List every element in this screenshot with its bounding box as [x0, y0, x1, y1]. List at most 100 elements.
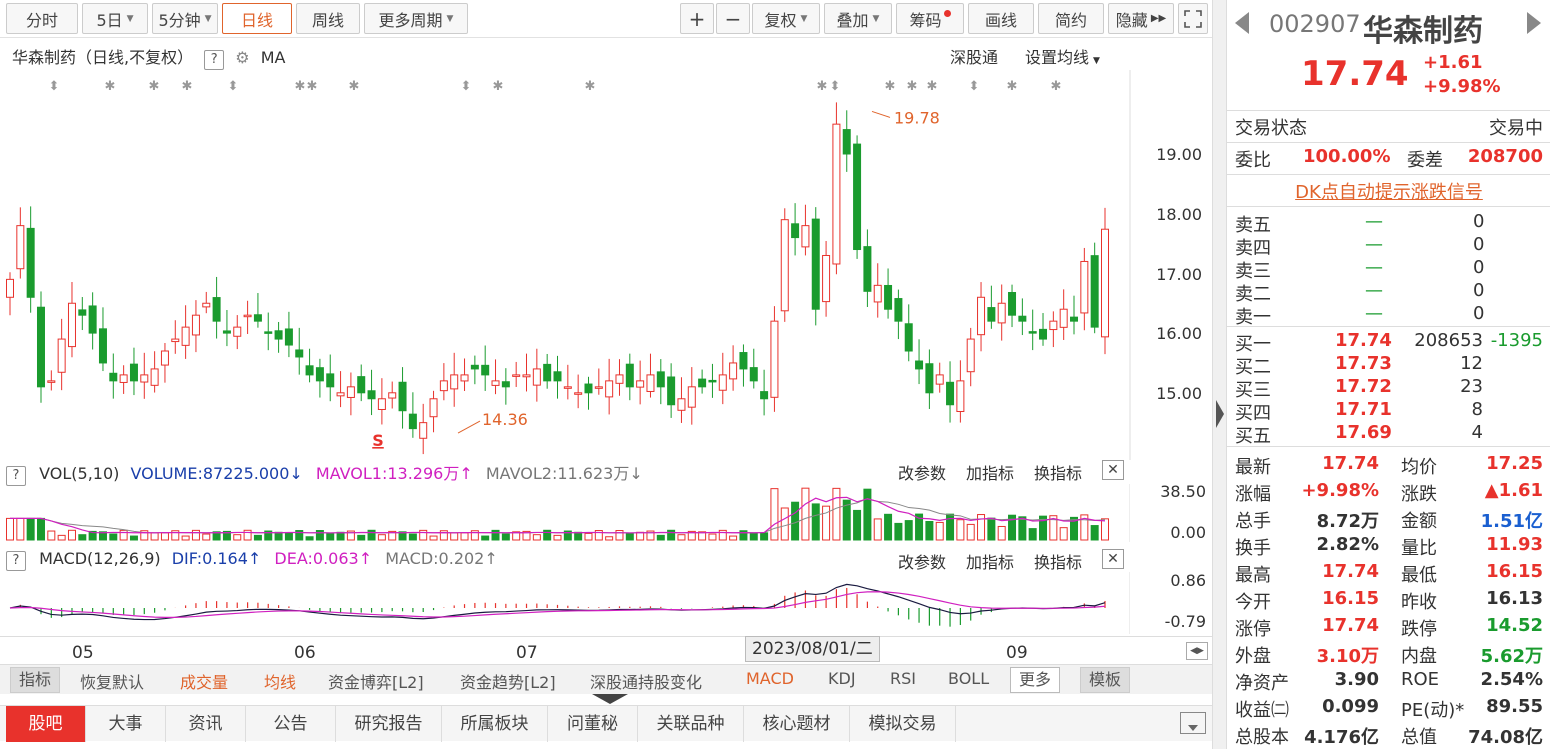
- candle-body: [646, 374, 655, 392]
- help-icon[interactable]: ?: [6, 466, 26, 486]
- macd-add-indicator[interactable]: 加指标: [966, 549, 1014, 573]
- period-button-timeshare[interactable]: 分时: [6, 3, 78, 34]
- set-ma-link[interactable]: 设置均线 ▼: [1025, 44, 1100, 68]
- zoom-in-button[interactable]: +: [680, 3, 714, 34]
- tab-events[interactable]: 大事: [86, 706, 166, 742]
- tab-sim-trade[interactable]: 模拟交易: [850, 706, 956, 742]
- candle-body: [36, 306, 45, 388]
- candle-body: [191, 314, 200, 336]
- indicator-more[interactable]: 更多: [1010, 667, 1061, 693]
- period-button-more[interactable]: 更多周期 ▼: [364, 3, 468, 34]
- candle-body: [780, 219, 789, 312]
- draw-line-button[interactable]: 画线: [968, 3, 1034, 34]
- tab-research[interactable]: 研究报告: [336, 706, 442, 742]
- macd-dea-line: [9, 591, 1106, 619]
- fullscreen-button[interactable]: [1178, 3, 1208, 34]
- next-stock-icon[interactable]: [1527, 12, 1541, 34]
- order-row: 卖一 —0: [1235, 303, 1543, 328]
- macd-switch-indicator[interactable]: 换指标: [1034, 549, 1082, 573]
- scroll-arrows-icon[interactable]: ◀▶: [1186, 642, 1208, 660]
- indicator-kdj[interactable]: KDJ: [828, 669, 856, 688]
- indicator-fund-game[interactable]: 资金博弈[L2]: [328, 669, 424, 693]
- vol-close-icon[interactable]: ✕: [1102, 460, 1124, 480]
- candle-body: [791, 223, 800, 239]
- event-marker-icon[interactable]: ✱: [885, 79, 896, 94]
- candle-body: [997, 302, 1006, 324]
- indicator-sz-connect-holding[interactable]: 深股通持股变化: [590, 669, 702, 693]
- indicator-template[interactable]: 模板: [1080, 667, 1131, 693]
- order-row: 今开 16.15 昨收 16.13: [1235, 588, 1543, 613]
- collapse-handle-icon[interactable]: [592, 694, 628, 704]
- expand-arrow-icon[interactable]: [1216, 400, 1224, 428]
- prev-stock-icon[interactable]: [1235, 12, 1249, 34]
- indicator-macd[interactable]: MACD: [746, 669, 794, 688]
- period-button-daily[interactable]: 日线: [222, 3, 292, 34]
- event-marker-icon[interactable]: ✱: [907, 79, 918, 94]
- event-marker-icon[interactable]: ⬍: [49, 79, 60, 94]
- sz-hk-connect-link[interactable]: 深股通: [950, 44, 998, 68]
- tab-related[interactable]: 关联品种: [638, 706, 744, 742]
- event-marker-icon[interactable]: ✱: [182, 79, 193, 94]
- event-marker-icon[interactable]: ✱: [493, 79, 504, 94]
- event-marker-icon[interactable]: ⬍: [228, 79, 239, 94]
- event-marker-icon[interactable]: ✱: [105, 79, 116, 94]
- indicator-tab-label[interactable]: 指标: [10, 667, 61, 693]
- candle-body: [956, 380, 965, 412]
- gear-icon[interactable]: ⚙: [235, 48, 249, 67]
- stat-value: 3.90: [1334, 669, 1379, 690]
- tab-ask-secretary[interactable]: 问董秘: [548, 706, 638, 742]
- order-row: 买三 17.72 23: [1235, 376, 1543, 401]
- event-marker-icon[interactable]: ✱: [1051, 79, 1062, 94]
- indicator-volume[interactable]: 成交量: [180, 669, 228, 693]
- event-marker-icon[interactable]: ⬍: [830, 79, 841, 94]
- macd-close-icon[interactable]: ✕: [1102, 549, 1124, 569]
- macd-edit-params[interactable]: 改参数: [898, 549, 946, 573]
- indicator-reset[interactable]: 恢复默认: [80, 669, 144, 693]
- overlay-button[interactable]: 叠加 ▼: [824, 3, 892, 34]
- indicator-fund-trend[interactable]: 资金趋势[L2]: [460, 669, 556, 693]
- candle-body: [1090, 255, 1099, 328]
- event-marker-icon[interactable]: ✱: [1007, 79, 1018, 94]
- vol-edit-params[interactable]: 改参数: [898, 460, 946, 484]
- period-button-5min[interactable]: 5分钟 ▼: [152, 3, 218, 34]
- event-marker-icon[interactable]: ✱: [349, 79, 360, 94]
- event-marker-icon[interactable]: ⬍: [461, 79, 472, 94]
- event-marker-icon[interactable]: ✱: [927, 79, 938, 94]
- hide-button[interactable]: 隐藏 ▶▶: [1108, 3, 1174, 34]
- stat-value: 2.54%: [1480, 669, 1543, 690]
- event-marker-icon[interactable]: ✱: [585, 79, 596, 94]
- event-marker-icon[interactable]: ✱: [307, 79, 318, 94]
- event-marker-icon[interactable]: ✱: [149, 79, 160, 94]
- restore-rights-button[interactable]: 复权 ▼: [752, 3, 820, 34]
- candle-body: [667, 376, 676, 406]
- candlestick-chart[interactable]: ⬍ ✱ ✱ ✱ ⬍ ✱ ✱ ✱ ⬍ ✱ ✱ ✱ ⬍ ✱ ✱ ✱ ⬍ ✱ ✱19.7814.36S: [0, 70, 1212, 460]
- indicator-boll[interactable]: BOLL: [948, 669, 989, 688]
- tab-news[interactable]: 资讯: [166, 706, 246, 742]
- indicator-rsi[interactable]: RSI: [890, 669, 916, 688]
- period-button-5day[interactable]: 5日 ▼: [82, 3, 148, 34]
- period-button-weekly[interactable]: 周线: [296, 3, 360, 34]
- download-icon[interactable]: [1180, 712, 1206, 734]
- candle-body: [863, 246, 872, 292]
- help-icon[interactable]: ?: [204, 50, 225, 70]
- side-splitter[interactable]: [1212, 0, 1226, 749]
- volume-bar: [553, 534, 562, 541]
- event-marker-icon[interactable]: ✱: [295, 79, 306, 94]
- tab-guba[interactable]: 股吧: [6, 706, 86, 742]
- candle-body: [574, 392, 583, 395]
- dk-signal-link[interactable]: DK点自动提示涨跌信号: [1227, 178, 1550, 204]
- indicator-ma[interactable]: 均线: [264, 669, 296, 693]
- low-arrow-icon: [457, 420, 481, 434]
- vol-switch-indicator[interactable]: 换指标: [1034, 460, 1082, 484]
- s-marker-icon[interactable]: S: [372, 431, 384, 450]
- vol-add-indicator[interactable]: 加指标: [966, 460, 1014, 484]
- tab-sectors[interactable]: 所属板块: [442, 706, 548, 742]
- chips-button[interactable]: 筹码: [896, 3, 964, 34]
- tab-announcements[interactable]: 公告: [246, 706, 336, 742]
- simple-mode-button[interactable]: 简约: [1038, 3, 1104, 34]
- event-marker-icon[interactable]: ⬍: [969, 79, 980, 94]
- zoom-out-button[interactable]: −: [716, 3, 750, 34]
- help-icon[interactable]: ?: [6, 551, 26, 571]
- event-marker-icon[interactable]: ✱: [817, 79, 828, 94]
- tab-core-themes[interactable]: 核心题材: [744, 706, 850, 742]
